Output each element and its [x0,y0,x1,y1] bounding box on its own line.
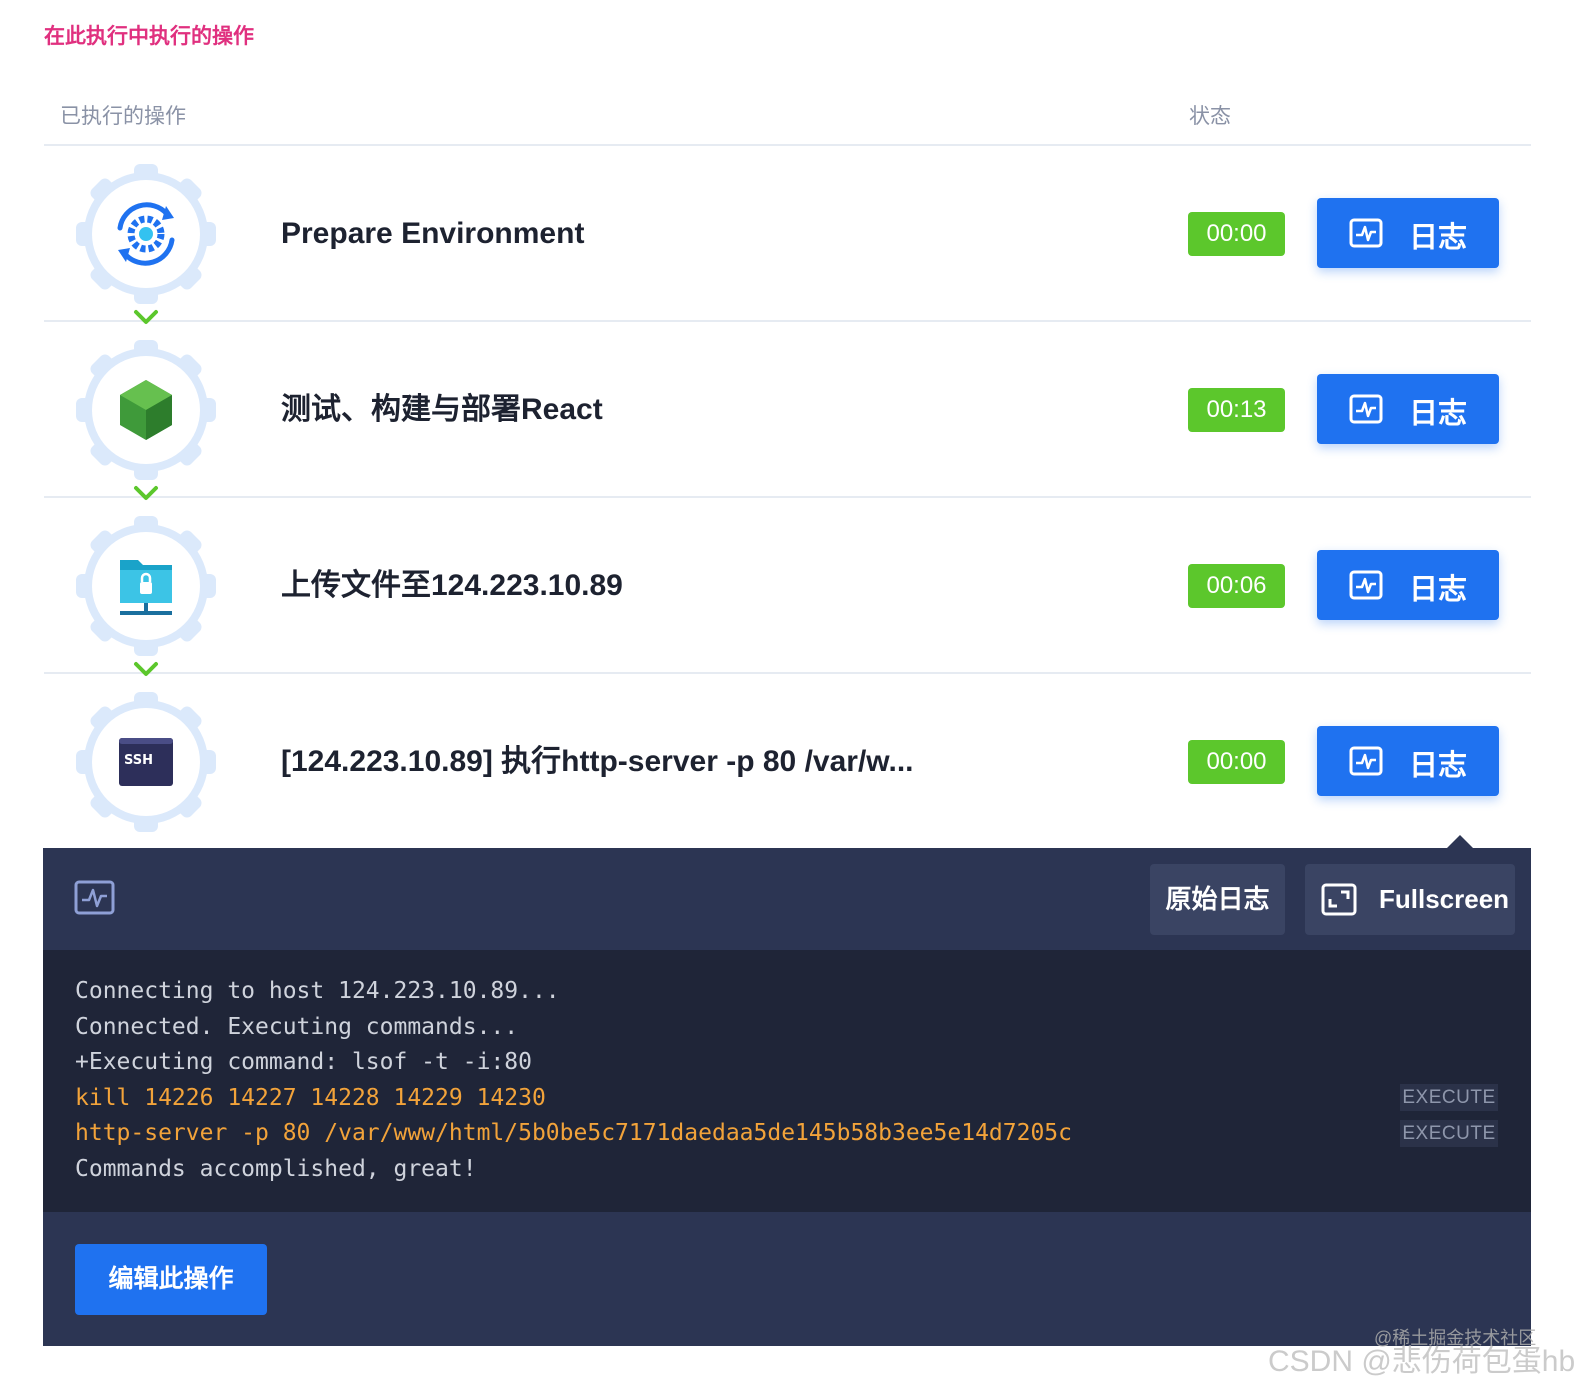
log-button-label: 日志 [1409,750,1468,782]
step-title: Prepare Environment [281,217,585,250]
edit-operation-button[interactable]: 编辑此操作 [75,1244,267,1315]
log-button[interactable]: 日志 [1317,726,1499,796]
log-button[interactable]: 日志 [1317,198,1499,268]
activity-log-icon [1349,394,1383,424]
step-title: [124.223.10.89] 执行http-server -p 80 /var… [281,745,914,778]
log-line-command: http-server -p 80 /var/www/html/5b0be5c7… [75,1120,1072,1146]
log-line-command: kill 14226 14227 14228 14229 14230 [75,1085,546,1111]
log-line: Connected. Executing commands... [75,1014,519,1040]
activity-log-icon [1349,218,1383,248]
execute-tag: EXECUTE [1400,1120,1498,1147]
activity-log-icon [1349,570,1383,600]
log-button-label: 日志 [1409,574,1468,606]
duration-badge: 00:00 [1188,212,1285,256]
step-icon-badge [74,162,218,306]
duration-badge: 00:00 [1188,740,1285,784]
execute-tag: EXECUTE [1400,1084,1498,1111]
step-row: SSH [124.223.10.89] 执行http-server -p 80 … [44,674,1531,850]
step-icon-badge [74,514,218,658]
chevron-down-icon [134,662,158,676]
step-row: Prepare Environment 00:00 日志 [44,146,1531,324]
ssh-terminal-icon: SSH [76,692,216,832]
watermark-csdn: CSDN @悲伤荷包蛋hb [1268,1345,1576,1378]
upload-folder-icon [76,516,216,656]
log-button[interactable]: 日志 [1317,374,1499,444]
activity-log-icon [1349,746,1383,776]
panel-pointer [1446,835,1474,849]
log-console: Connecting to host 124.223.10.89... Conn… [43,950,1531,1212]
nodejs-cube-icon [76,340,216,480]
step-icon-badge: SSH [74,690,218,834]
step-title: 测试、构建与部署React [281,393,603,426]
duration-badge: 00:13 [1188,388,1285,432]
log-button-label: 日志 [1409,222,1468,254]
log-button-label: 日志 [1409,398,1468,430]
log-line: Commands accomplished, great! [75,1156,477,1182]
step-row: 上传文件至124.223.10.89 00:06 日志 [44,498,1531,676]
log-line: +Executing command: lsof -t -i:80 [75,1049,532,1075]
step-row: 测试、构建与部署React 00:13 日志 [44,322,1531,500]
column-header-status: 状态 [1189,105,1231,128]
chevron-down-icon [134,310,158,324]
log-button[interactable]: 日志 [1317,550,1499,620]
log-panel: 原始日志 Fullscreen Connecting to host 124.2… [43,848,1531,1346]
column-header-operations: 已执行的操作 [60,105,186,128]
step-icon-badge [74,338,218,482]
svg-text:SSH: SSH [124,753,153,768]
fullscreen-label: Fullscreen [1379,884,1510,914]
fullscreen-button[interactable]: Fullscreen [1305,864,1515,935]
section-title: 在此执行中执行的操作 [44,25,254,48]
log-line: Connecting to host 124.223.10.89... [75,978,560,1004]
fullscreen-icon [1321,883,1357,916]
duration-badge: 00:06 [1188,564,1285,608]
raw-log-button[interactable]: 原始日志 [1150,864,1285,935]
table-header: 已执行的操作 状态 [44,80,1531,146]
activity-log-icon [74,880,115,915]
settings-sync-icon [76,164,216,304]
step-title: 上传文件至124.223.10.89 [281,569,623,602]
chevron-down-icon [134,486,158,500]
